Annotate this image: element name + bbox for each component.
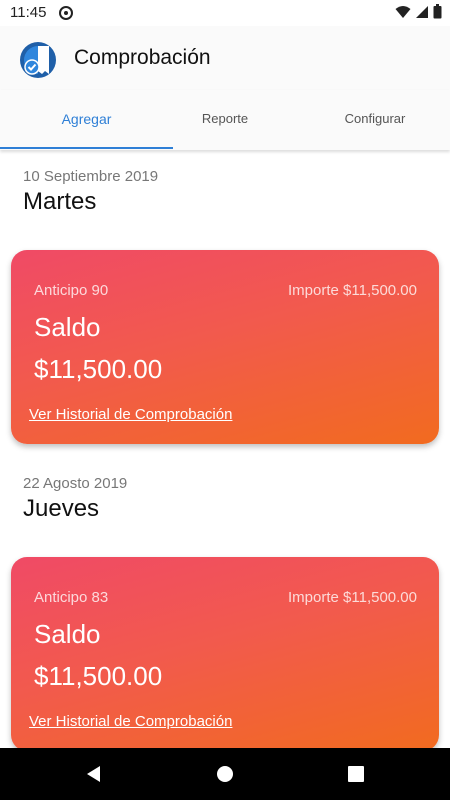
- entry-date: 10 Septiembre 2019: [23, 168, 159, 185]
- entry-day: Jueves: [23, 495, 100, 522]
- importe-label: Importe $11,500.00: [288, 589, 417, 606]
- saldo-value: $11,500.00: [34, 354, 163, 384]
- saldo-label: Saldo: [34, 312, 101, 342]
- active-tab-indicator: [0, 147, 173, 149]
- importe-label: Importe $11,500.00: [288, 282, 417, 299]
- entry-date: 22 Agosto 2019: [23, 475, 128, 492]
- ver-historial-link[interactable]: Ver Historial de Comprobación: [29, 713, 232, 730]
- at-sign-icon: [59, 6, 73, 20]
- system-nav-bar: [0, 748, 450, 800]
- back-icon[interactable]: [84, 764, 104, 784]
- receipt-check-logo-icon: [20, 42, 56, 78]
- tab-reporte[interactable]: Reporte: [150, 90, 300, 147]
- wifi-icon: [395, 5, 411, 18]
- home-icon[interactable]: [215, 764, 235, 784]
- battery-icon: [433, 4, 442, 19]
- status-icons: [395, 4, 442, 19]
- ver-historial-link[interactable]: Ver Historial de Comprobación: [29, 406, 232, 423]
- tab-bar: Agregar Reporte Configurar: [0, 90, 450, 150]
- page-title: Comprobación: [74, 46, 211, 69]
- tab-configurar[interactable]: Configurar: [300, 90, 450, 147]
- cellular-signal-icon: [416, 5, 428, 18]
- saldo-label: Saldo: [34, 619, 101, 649]
- saldo-value: $11,500.00: [34, 661, 163, 691]
- recents-icon[interactable]: [346, 764, 366, 784]
- status-time: 11:45: [10, 4, 47, 21]
- anticipo-label: Anticipo 90: [34, 282, 109, 299]
- tab-agregar[interactable]: Agregar: [0, 90, 173, 147]
- balance-card[interactable]: Anticipo 83 Importe $11,500.00 Saldo $11…: [11, 557, 439, 748]
- status-bar: 11:45: [0, 0, 450, 26]
- tab-label: Configurar: [344, 111, 406, 126]
- entry-day: Martes: [23, 188, 97, 215]
- entries-list[interactable]: 10 Septiembre 2019 Martes Anticipo 90 Im…: [0, 152, 450, 748]
- tab-label: Reporte: [201, 111, 249, 126]
- app-header: Comprobación: [0, 26, 450, 90]
- balance-card[interactable]: Anticipo 90 Importe $11,500.00 Saldo $11…: [11, 250, 439, 444]
- anticipo-label: Anticipo 83: [34, 589, 109, 606]
- tab-label: Agregar: [61, 110, 112, 127]
